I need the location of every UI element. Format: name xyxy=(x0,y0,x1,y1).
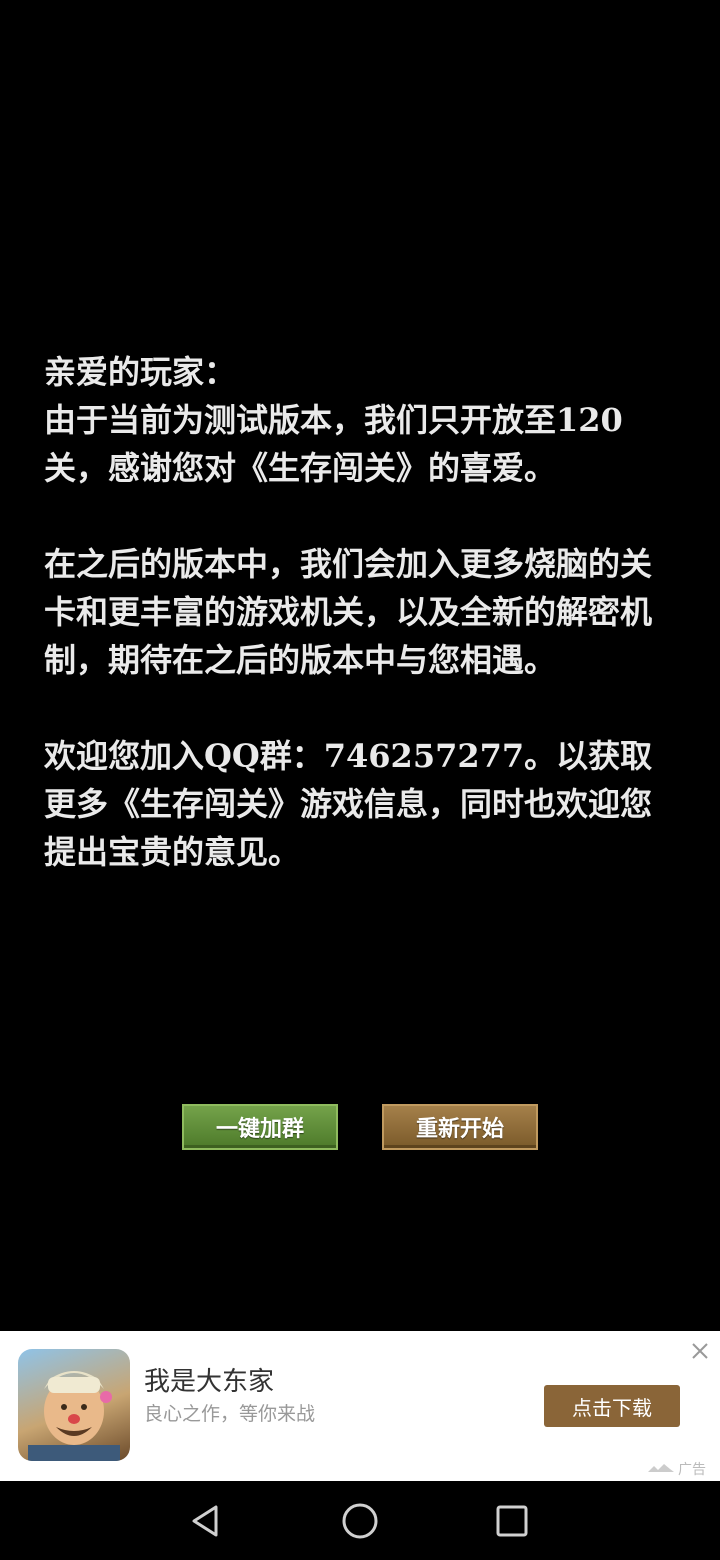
close-icon[interactable] xyxy=(690,1341,710,1361)
restart-button[interactable]: 重新开始 xyxy=(382,1104,538,1150)
notice-intro: 亲爱的玩家： 由于当前为测试版本，我们只开放至120关，感谢您对《生存闯关》的喜… xyxy=(44,348,680,492)
notice-paragraph-3: 欢迎您加入QQ群：746257277。以获取更多《生存闯关》游戏信息，同时也欢迎… xyxy=(44,737,653,871)
ad-label: 广告 xyxy=(648,1459,706,1479)
system-navigation-bar xyxy=(0,1481,720,1560)
ad-subtitle: 良心之作，等你来战 xyxy=(144,1403,316,1425)
notice-greeting: 亲爱的玩家： xyxy=(44,353,237,391)
ad-banner[interactable]: 我是大东家 良心之作，等你来战 点击下载 广告 xyxy=(0,1331,720,1481)
notice-paragraph-1: 由于当前为测试版本，我们只开放至120关，感谢您对《生存闯关》的喜爱。 xyxy=(44,401,623,487)
home-circle-icon[interactable] xyxy=(340,1501,380,1541)
ad-logo-icon xyxy=(648,1461,674,1477)
join-group-button[interactable]: 一键加群 xyxy=(182,1104,338,1150)
notice-paragraph-2: 在之后的版本中，我们会加入更多烧脑的关卡和更丰富的游戏机关，以及全新的解密机制，… xyxy=(44,545,653,679)
ad-label-text: 广告 xyxy=(678,1462,706,1478)
ad-app-icon[interactable] xyxy=(18,1349,130,1461)
notice-text-block: 亲爱的玩家： 由于当前为测试版本，我们只开放至120关，感谢您对《生存闯关》的喜… xyxy=(44,348,680,876)
recents-square-icon[interactable] xyxy=(492,1501,532,1541)
back-triangle-icon[interactable] xyxy=(186,1501,226,1541)
ad-title: 我是大东家 xyxy=(144,1367,275,1397)
ad-download-button[interactable]: 点击下载 xyxy=(544,1385,680,1427)
